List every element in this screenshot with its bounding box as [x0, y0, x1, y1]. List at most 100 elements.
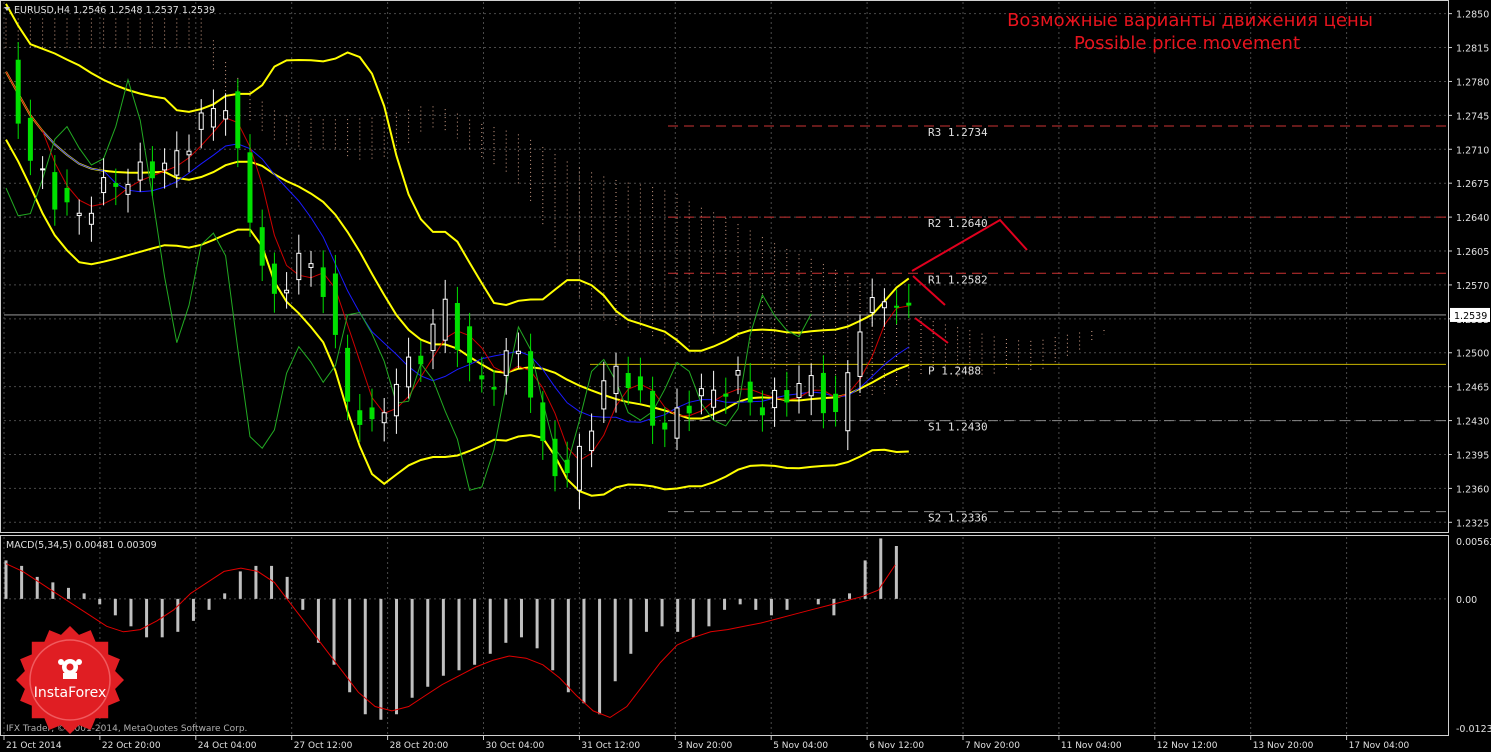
candle-body: [881, 301, 887, 309]
candle-body: [27, 117, 33, 161]
candle-body: [223, 110, 229, 120]
time-tick-label: 31 Oct 12:00: [581, 741, 640, 751]
candle-body: [88, 212, 94, 225]
candle-body: [674, 407, 680, 439]
price-tick-label: 1.2395: [1456, 450, 1489, 461]
candle-body: [845, 372, 851, 432]
candle-body: [345, 347, 351, 402]
price-tick-label: 1.2325: [1456, 518, 1489, 529]
candle-body: [259, 227, 265, 266]
candle-body: [503, 350, 509, 376]
candle-body: [637, 376, 643, 391]
candle-body: [869, 297, 875, 313]
price-tick-label: 1.2675: [1456, 179, 1489, 190]
candle-body: [308, 263, 314, 268]
candle-body: [735, 369, 741, 376]
candle-body: [528, 351, 534, 398]
candle-body: [467, 326, 473, 363]
time-tick-label: 17 Nov 04:00: [1349, 741, 1410, 751]
price-tick-label: 1.2640: [1456, 213, 1489, 224]
time-tick-label: 24 Oct 04:00: [198, 741, 257, 751]
time-tick-label: 30 Oct 04:00: [486, 741, 545, 751]
time-tick-label: 22 Oct 20:00: [102, 741, 161, 751]
macd-frame: [0, 535, 1449, 736]
candle-body: [613, 365, 619, 395]
candles: [15, 42, 912, 510]
time-tick-label: 28 Oct 20:00: [390, 741, 449, 751]
candle-body: [759, 407, 765, 416]
pivot-label-s2: S2 1.2336: [928, 512, 988, 525]
candle-body: [332, 273, 338, 335]
pivot-label-r2: R2 1.2640: [928, 217, 988, 230]
candle-body: [174, 150, 180, 176]
candle-body: [857, 331, 863, 377]
candle-body: [772, 389, 778, 409]
candle-body: [576, 445, 582, 491]
time-tick-label: 27 Oct 12:00: [294, 741, 353, 751]
price-tick-label: 1.2745: [1456, 111, 1489, 122]
candle-body: [564, 459, 570, 474]
logo-text: InstaForex: [34, 685, 107, 701]
candle-body: [662, 422, 668, 430]
pivot-label-p: P 1.2488: [928, 364, 981, 377]
time-tick-label: 5 Nov 04:00: [773, 741, 828, 751]
candle-body: [833, 393, 839, 413]
candle-body: [406, 356, 412, 388]
annotation-ru: Возможные варианты движения цены: [1007, 10, 1373, 31]
candle-body: [589, 430, 595, 452]
candle-body: [296, 252, 302, 281]
candle-body: [235, 91, 241, 149]
candle-body: [125, 184, 131, 195]
candle-body: [442, 298, 448, 341]
candle-body: [601, 380, 607, 410]
candle-body: [393, 383, 399, 417]
time-axis: 21 Oct 2014 22 Oct 20:00 24 Oct 04:00 27 Oc…: [3, 736, 1410, 751]
candle-body: [320, 267, 326, 297]
candle-body: [113, 182, 119, 187]
candle-body: [515, 350, 521, 355]
candle-body: [723, 393, 729, 397]
candle-body: [894, 305, 900, 308]
candle-body: [820, 372, 826, 414]
candle-body: [357, 410, 363, 425]
candle-body: [210, 108, 216, 128]
price-tick-label: 1.2465: [1456, 383, 1489, 394]
candle-body: [64, 187, 70, 203]
annotation-en: Possible price movement: [1074, 33, 1300, 54]
candle-body: [284, 289, 290, 294]
candle-body: [906, 302, 912, 306]
instaforex-logo: InstaForex: [16, 626, 124, 734]
macd-tick-label: -0.0123: [1456, 724, 1491, 735]
symbol-header: EURUSD,H4 1.2546 1.2548 1.2537 1.2539: [14, 5, 215, 16]
price-tick-label: 1.2500: [1456, 349, 1489, 360]
candle-body: [491, 386, 497, 390]
current-price-label: 1.2539: [1454, 311, 1487, 322]
arrow-down-path: [914, 317, 949, 344]
candle-body: [52, 172, 58, 210]
candle-body: [540, 402, 546, 442]
candle-body: [15, 59, 21, 124]
candle-body: [711, 389, 717, 408]
pivot-label-s1: S1 1.2430: [928, 421, 988, 434]
candle-body: [808, 375, 814, 397]
candle-body: [162, 162, 168, 171]
candle-body: [369, 407, 375, 420]
price-tick-label: 1.2815: [1456, 44, 1489, 55]
price-tick-label: 1.2850: [1456, 10, 1489, 21]
macd-tick-label: 0.00563: [1456, 537, 1491, 548]
price-tick-label: 1.2570: [1456, 281, 1489, 292]
candle-body: [625, 373, 631, 388]
macd-label: MACD(5,34,5) 0.00481 0.00309: [6, 540, 157, 551]
ichimoku-cloud: [5, 18, 1105, 398]
candle-body: [40, 168, 46, 171]
macd-tick-label: 0.00: [1456, 595, 1477, 606]
main-chart-frame: [0, 0, 1449, 533]
candle-body: [747, 381, 753, 403]
price-tick-label: 1.2605: [1456, 247, 1489, 258]
candle-body: [784, 390, 790, 403]
time-tick-label: 11 Nov 04:00: [1061, 741, 1122, 751]
candle-body: [137, 161, 143, 181]
pivot-label-r1: R1 1.2582: [928, 273, 988, 286]
candle-body: [418, 355, 424, 365]
indicator-lines: [5, 3, 910, 497]
